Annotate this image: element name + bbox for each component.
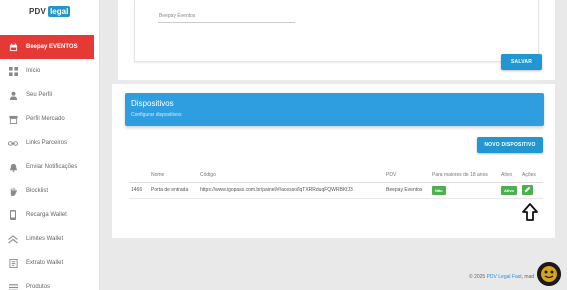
devices-subtitle: Configurar dispositivos bbox=[131, 112, 182, 118]
sidebar-item-recarga-wallet[interactable]: Recarga Wallet bbox=[0, 203, 100, 227]
device-actions-cell bbox=[520, 182, 543, 198]
event-icon bbox=[8, 42, 18, 52]
list-icon bbox=[8, 282, 18, 290]
sidebar-menu: Beepay EVENTOS Início Seu Perfil Perfil … bbox=[0, 35, 100, 290]
device-pdv: Beepay Eventos bbox=[386, 187, 423, 193]
table-row: 1466 Porta de entrada https://www.igopas… bbox=[129, 182, 543, 198]
phone-icon bbox=[8, 210, 18, 220]
device-active-cell: Ativo bbox=[499, 182, 520, 198]
col-pdv: PDV bbox=[386, 171, 397, 178]
sidebar-item-label: Perfil Mercado bbox=[26, 116, 65, 122]
devices-header: Dispositivos Configurar dispositivos bbox=[125, 93, 544, 126]
sidebar-item-label: Seu Perfil bbox=[26, 92, 53, 98]
col-id bbox=[129, 168, 149, 182]
footer: © 2025 PDV Legal Fast, mad bbox=[469, 274, 534, 280]
devices-table: Nome Código PDV Para maiores de 18 anos … bbox=[129, 168, 543, 199]
sidebar-item-extrato-wallet[interactable]: Extrato Wallet bbox=[0, 251, 100, 275]
active-badge: Ativo bbox=[501, 185, 517, 195]
limits-icon bbox=[8, 234, 18, 244]
sidebar-item-label: Limites Wallet bbox=[26, 236, 64, 242]
sidebar-item-label: Blocklist bbox=[26, 188, 49, 194]
pencil-icon bbox=[524, 186, 531, 195]
footer-link[interactable]: PDV Legal Fast bbox=[487, 274, 522, 280]
sidebar-item-label: Enviar Notificações bbox=[26, 164, 78, 170]
sidebar-item-label: Extrato Wallet bbox=[26, 260, 64, 266]
sidebar-item-seu-perfil[interactable]: Seu Perfil bbox=[0, 83, 100, 107]
hand-icon bbox=[8, 186, 18, 196]
sidebar-item-label: Recarga Wallet bbox=[26, 212, 67, 218]
sidebar-item-perfil-mercado[interactable]: Perfil Mercado bbox=[0, 107, 100, 131]
event-field-value[interactable]: Beepay Eventos bbox=[159, 13, 195, 19]
event-form: Beepay Eventos bbox=[134, 0, 539, 62]
sidebar-item-beepay-eventos[interactable]: Beepay EVENTOS bbox=[0, 35, 94, 59]
sidebar-item-produtos[interactable]: Produtos bbox=[0, 275, 100, 290]
sidebar-item-label: Início bbox=[26, 68, 41, 74]
receipt-icon bbox=[8, 258, 18, 268]
table-header-row: Nome Código PDV Para maiores de 18 anos … bbox=[129, 168, 543, 182]
edit-button[interactable] bbox=[522, 185, 533, 195]
chat-avatar[interactable] bbox=[537, 262, 561, 286]
up-arrow-icon bbox=[521, 203, 539, 221]
col-nome: Nome bbox=[151, 171, 165, 178]
sidebar-item-label: Produtos bbox=[26, 284, 51, 290]
link-icon bbox=[8, 138, 18, 148]
user-icon bbox=[8, 90, 18, 100]
sidebar: PDV legal Beepay EVENTOS Início Seu Perf… bbox=[0, 0, 100, 290]
dashboard-icon bbox=[8, 66, 18, 76]
brand-badge: legal bbox=[48, 6, 71, 17]
footer-prefix: © 2025 bbox=[469, 274, 487, 280]
sidebar-item-inicio[interactable]: Início bbox=[0, 59, 100, 83]
sidebar-item-label: Beepay EVENTOS bbox=[26, 44, 78, 50]
adult-badge: Não bbox=[432, 185, 446, 195]
device-name: Porta de entrada bbox=[151, 187, 189, 193]
new-device-button[interactable]: NOVO DISPOSITIVO bbox=[477, 137, 543, 153]
device-code: https://www.igopass.com.br/painel/#/aces… bbox=[200, 187, 353, 193]
bell-icon bbox=[8, 162, 18, 172]
brand-name: PDV bbox=[29, 7, 47, 16]
sidebar-item-enviar-notificacoes[interactable]: Enviar Notificações bbox=[0, 155, 100, 179]
devices-title: Dispositivos bbox=[131, 99, 174, 108]
col-maiores: Para maiores de 18 anos bbox=[432, 171, 488, 178]
event-settings-card: Beepay Eventos SALVAR bbox=[118, 0, 555, 80]
col-acoes: Ações bbox=[522, 171, 536, 178]
col-ativo: Ativo bbox=[501, 171, 513, 178]
device-id: 1466 bbox=[131, 187, 143, 193]
event-field-underline bbox=[158, 22, 295, 23]
footer-suffix: , mad bbox=[521, 274, 535, 280]
brand-logo[interactable]: PDV legal bbox=[29, 6, 71, 17]
sidebar-item-blocklist[interactable]: Blocklist bbox=[0, 179, 100, 203]
devices-card: Dispositivos Configurar dispositivos NOV… bbox=[112, 84, 555, 238]
col-codigo: Código bbox=[200, 171, 216, 178]
store-icon bbox=[8, 114, 18, 124]
device-adult-cell: Não bbox=[430, 182, 499, 198]
sidebar-item-label: Links Parceiros bbox=[26, 140, 68, 146]
save-button[interactable]: SALVAR bbox=[501, 54, 542, 70]
sidebar-item-links-parceiros[interactable]: Links Parceiros bbox=[0, 131, 100, 155]
sidebar-item-limites-wallet[interactable]: Limites Wallet bbox=[0, 227, 100, 251]
